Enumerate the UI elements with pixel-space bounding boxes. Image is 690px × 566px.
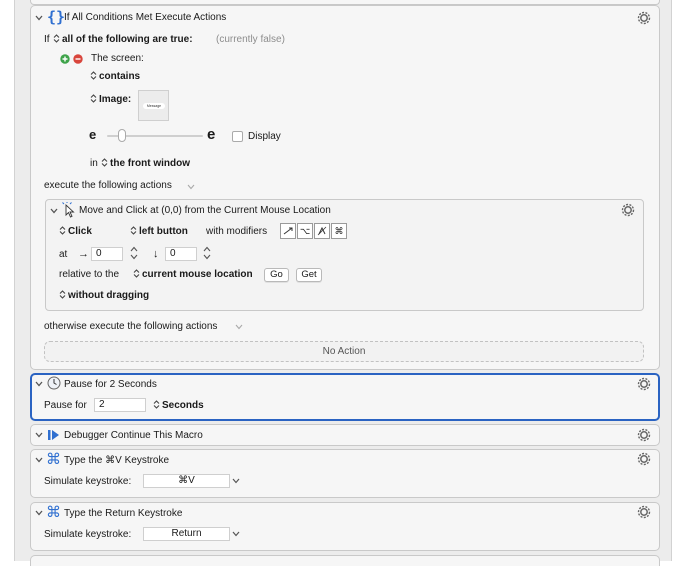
no-action-label: No Action xyxy=(322,346,366,357)
keystroke2-field[interactable]: Return xyxy=(143,527,230,541)
click-type-popup[interactable]: Click xyxy=(59,226,92,237)
updown-arrows-icon xyxy=(59,290,66,299)
control-modifier-toggle[interactable] xyxy=(314,223,330,239)
relative-to-popup[interactable]: current mouse location xyxy=(133,269,253,280)
updown-arrows-icon xyxy=(153,400,160,409)
command-key-icon: ⌘ xyxy=(46,503,61,521)
debugger-title: Debugger Continue This Macro xyxy=(64,430,203,441)
fuzz-high-icon: e xyxy=(207,126,216,143)
operator-label: contains xyxy=(99,71,141,82)
disclosure-chevron-icon[interactable] xyxy=(35,457,43,463)
image-thumbnail-text: Message xyxy=(146,104,162,108)
click-type-label: Click xyxy=(68,226,92,237)
scope-popup[interactable]: the front window xyxy=(101,158,190,169)
pause-unit-popup[interactable]: Seconds xyxy=(153,400,204,411)
mouse-button-popup[interactable]: left button xyxy=(130,226,188,237)
simulate-keystroke-label: Simulate keystroke: xyxy=(44,476,132,487)
keystroke1-title: Type the ⌘V Keystroke xyxy=(64,455,170,466)
gear-icon[interactable] xyxy=(636,376,652,392)
chevron-down-icon[interactable] xyxy=(232,531,240,537)
execute-actions-label: execute the following actions xyxy=(44,180,172,191)
option-modifier-toggle[interactable]: ⌥ xyxy=(297,223,313,239)
dragging-popup[interactable]: without dragging xyxy=(59,290,149,301)
y-stepper[interactable] xyxy=(203,246,211,260)
updown-arrows-icon xyxy=(133,269,140,278)
pause-unit-label: Seconds xyxy=(162,400,204,411)
display-checkbox[interactable] xyxy=(232,131,243,142)
display-label: Display xyxy=(248,131,281,142)
braces-icon: {} xyxy=(47,8,66,26)
if-action-title: If All Conditions Met Execute Actions xyxy=(64,12,227,23)
condition-label: The screen: xyxy=(91,53,144,64)
get-button[interactable]: Get xyxy=(296,268,322,282)
gear-icon[interactable] xyxy=(636,10,652,26)
shift-modifier-toggle[interactable] xyxy=(280,223,296,239)
command-modifier-toggle[interactable]: ⌘ xyxy=(331,223,347,239)
image-label: Image: xyxy=(99,94,132,105)
control-icon xyxy=(317,226,327,236)
match-mode-label: all of the following are true: xyxy=(62,34,193,45)
with-modifiers-label: with modifiers xyxy=(206,226,268,237)
mouse-button-label: left button xyxy=(139,226,188,237)
operator-popup[interactable]: contains xyxy=(90,71,140,82)
updown-arrows-icon xyxy=(101,158,108,167)
gear-icon[interactable] xyxy=(636,451,652,467)
x-stepper[interactable] xyxy=(130,246,138,260)
updown-arrows-icon xyxy=(90,71,97,80)
updown-arrows-icon xyxy=(130,226,137,235)
gear-icon[interactable] xyxy=(636,504,652,520)
x-coordinate-field[interactable]: 0 xyxy=(91,247,123,261)
disclosure-chevron-icon[interactable] xyxy=(50,208,58,214)
down-arrow-icon: ↓ xyxy=(153,248,159,260)
updown-arrows-icon xyxy=(90,94,97,103)
disclosure-chevron-icon[interactable] xyxy=(35,510,43,516)
pause-title: Pause for 2 Seconds xyxy=(64,379,157,390)
image-source-popup[interactable]: Image: xyxy=(90,94,131,105)
match-mode-popup[interactable]: all of the following are true: xyxy=(53,34,193,45)
otherwise-actions-label: otherwise execute the following actions xyxy=(44,321,218,332)
gear-icon[interactable] xyxy=(620,202,636,218)
simulate-keystroke-label: Simulate keystroke: xyxy=(44,529,132,540)
remove-condition-icon[interactable] xyxy=(73,54,83,64)
dragging-label: without dragging xyxy=(68,290,150,301)
disclosure-chevron-icon[interactable] xyxy=(35,15,43,21)
command-key-icon: ⌘ xyxy=(46,450,61,468)
pause-duration-field[interactable]: 2 xyxy=(94,398,146,412)
fuzz-slider[interactable] xyxy=(107,129,203,142)
relative-to-value: current mouse location xyxy=(142,269,253,280)
y-coordinate-field[interactable]: 0 xyxy=(165,247,197,261)
chevron-down-icon[interactable] xyxy=(235,324,243,330)
no-action-drop-zone[interactable]: No Action xyxy=(44,341,644,362)
disclosure-chevron-icon[interactable] xyxy=(35,381,43,387)
mouse-click-icon xyxy=(62,202,75,218)
image-well[interactable]: Message xyxy=(138,90,169,121)
image-thumbnail: Message xyxy=(143,103,165,109)
disclosure-chevron-icon[interactable] xyxy=(35,432,43,438)
fuzz-low-icon: e xyxy=(89,127,97,142)
chevron-down-icon[interactable] xyxy=(187,184,195,190)
right-arrow-icon: → xyxy=(78,248,89,260)
keystroke1-field[interactable]: ⌘V xyxy=(143,474,230,488)
relative-to-label: relative to the xyxy=(59,269,120,280)
slider-knob[interactable] xyxy=(117,129,126,142)
updown-arrows-icon xyxy=(59,226,66,235)
pause-for-label: Pause for xyxy=(44,400,87,411)
continue-icon xyxy=(48,430,59,440)
scope-label: the front window xyxy=(110,158,190,169)
condition-state: (currently false) xyxy=(216,34,285,45)
shift-icon xyxy=(283,227,293,235)
if-label: If xyxy=(44,34,50,45)
scope-prefix: in xyxy=(90,158,98,169)
keystroke2-title: Type the Return Keystroke xyxy=(64,508,183,519)
clock-icon xyxy=(47,376,61,390)
at-label: at xyxy=(59,249,68,260)
gear-icon[interactable] xyxy=(636,427,652,443)
go-button[interactable]: Go xyxy=(264,268,289,282)
add-condition-icon[interactable] xyxy=(60,54,70,64)
updown-arrows-icon xyxy=(53,34,60,43)
chevron-down-icon[interactable] xyxy=(232,478,240,484)
move-click-title: Move and Click at (0,0) from the Current… xyxy=(79,205,331,216)
